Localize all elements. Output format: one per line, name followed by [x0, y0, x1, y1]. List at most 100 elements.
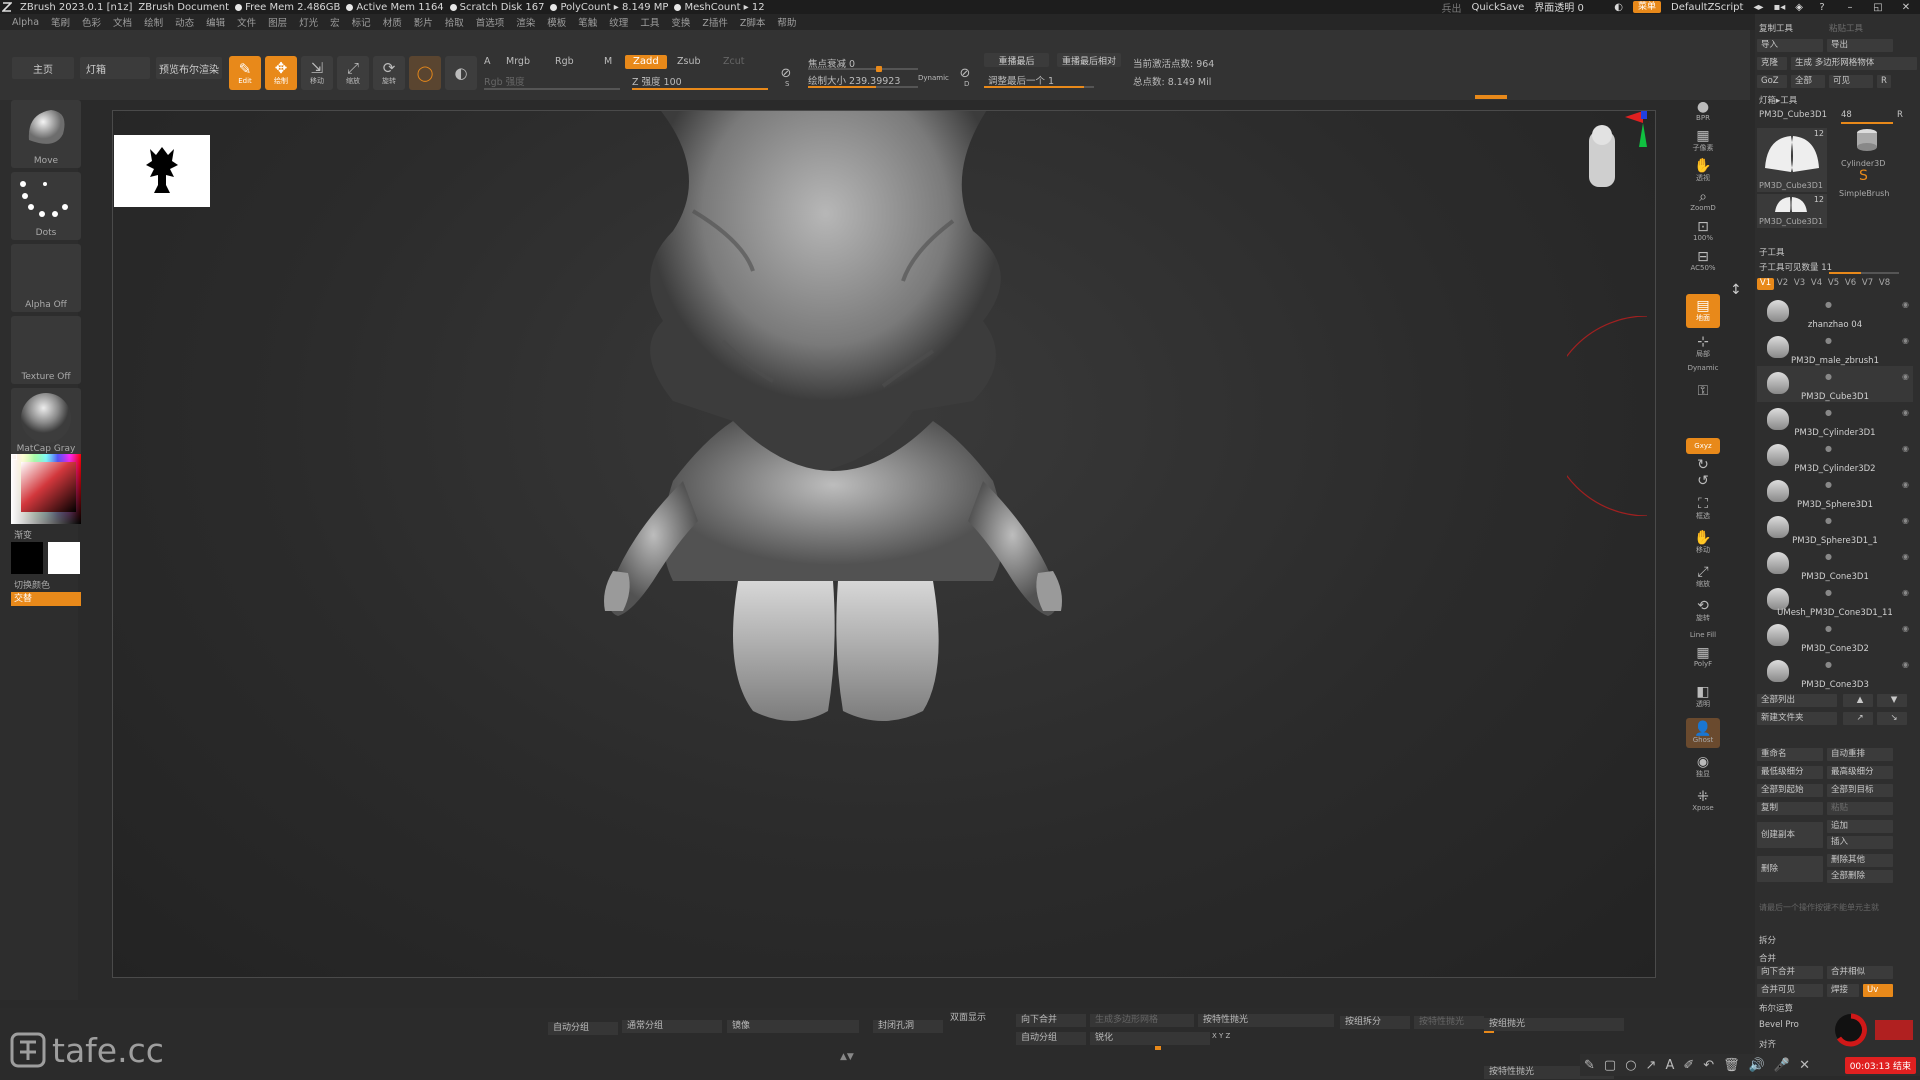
subtool-item[interactable]: ● ◉ PM3D_Cone3D3 [1757, 654, 1913, 690]
group-split-button[interactable]: 通常分组 [622, 1020, 722, 1033]
rename-button[interactable]: 重命名 [1757, 748, 1823, 761]
toggle-icon[interactable]: ● [1825, 516, 1832, 525]
menu-item[interactable]: 色彩 [82, 15, 101, 29]
replay-last-button[interactable]: 重播最后 [984, 53, 1049, 67]
clone-button[interactable]: 克隆 [1757, 57, 1787, 70]
double-sided-button[interactable]: 双面显示 [945, 1012, 1011, 1025]
delete-other-button[interactable]: 删除其他 [1827, 854, 1893, 867]
rect-icon[interactable]: ▢ [1604, 1058, 1616, 1073]
copy-tool-button[interactable]: 复制工具 [1759, 22, 1793, 34]
gradient-label[interactable]: 渐变 [14, 528, 32, 541]
texture-selector[interactable]: Texture Off [11, 316, 81, 384]
color-picker[interactable] [11, 454, 81, 524]
move-down-icon[interactable]: ▼ [1877, 694, 1907, 707]
stroke-selector[interactable]: Dots [11, 172, 81, 240]
iconcol-100[interactable]: ⊡ 100% [1686, 216, 1720, 246]
gen-polymesh-button[interactable]: 生成多边形网格 [1090, 1014, 1194, 1027]
all-low-button[interactable]: 全部到起始 [1757, 784, 1823, 797]
tool-thumb-3[interactable]: S SimpleBrush [1831, 168, 1901, 198]
replay-last-rel-button[interactable]: 重播最后相对 [1057, 53, 1121, 67]
version-tab[interactable]: V2 [1774, 278, 1791, 290]
z-intensity-track[interactable] [632, 88, 768, 90]
version-tab[interactable]: V4 [1808, 278, 1825, 290]
iconcol-zoom3d[interactable]: ⤢ 缩放 [1686, 562, 1720, 592]
merge-down-button[interactable]: 向下合并 [1757, 966, 1823, 979]
rotate-mode-button[interactable]: ⟳ 旋转 [373, 56, 405, 90]
toggle-icon[interactable]: ● [1825, 552, 1832, 561]
align-section[interactable]: 对齐 [1759, 1038, 1776, 1050]
append-button[interactable]: 追加 [1827, 820, 1893, 833]
subtool-controls[interactable]: ● ◉ [1825, 336, 1909, 345]
subtool-controls[interactable]: ● ◉ [1825, 408, 1909, 417]
menu-item[interactable]: Z插件 [702, 15, 728, 29]
eye-icon[interactable]: ◉ [1902, 444, 1909, 453]
subtool-item[interactable]: ● ◉ PM3D_Cylinder3D2 [1757, 438, 1913, 474]
auto-group-button[interactable]: 自动分组 [548, 1022, 618, 1035]
m-toggle[interactable]: M [604, 56, 612, 67]
eye-icon[interactable]: ◉ [1902, 588, 1909, 597]
eye-icon[interactable]: ◉ [1902, 372, 1909, 381]
material-sphere-button[interactable]: ◯ [409, 56, 441, 90]
color-square[interactable] [21, 462, 76, 512]
menu-item[interactable]: 宏 [330, 15, 340, 29]
menu-item[interactable]: 变换 [671, 15, 690, 29]
zbrush-logo-icon[interactable] [0, 0, 14, 14]
iconcol-solo[interactable]: ◉ 独显 [1686, 752, 1720, 782]
rgb-intensity-track[interactable] [484, 88, 620, 90]
toggle-icon[interactable]: ● [1825, 336, 1832, 345]
subtool-item[interactable]: ● ◉ PM3D_Cone3D1 [1757, 546, 1913, 582]
toggle-icon[interactable]: ● [1825, 480, 1832, 489]
export-button[interactable]: 导出 [1827, 39, 1893, 52]
eye-icon[interactable]: ◉ [1902, 552, 1909, 561]
visible-button[interactable]: 可见 [1829, 75, 1873, 88]
eye-icon[interactable]: ◉ [1902, 408, 1909, 417]
subtool-controls[interactable]: ● ◉ [1825, 372, 1909, 381]
toggle-icon[interactable]: ● [1825, 624, 1832, 633]
mic-icon[interactable]: 🎤 [1774, 1058, 1790, 1073]
goz-button[interactable]: GoZ [1757, 75, 1787, 88]
arrow-up-right-icon[interactable]: ↗ [1843, 712, 1873, 725]
tool-r-button[interactable]: R [1897, 110, 1903, 120]
arrow-icon[interactable]: ↗ [1646, 1058, 1657, 1073]
iconcol-ac50[interactable]: ⊟ AC50% [1686, 246, 1720, 276]
sharpen-knob[interactable] [1155, 1046, 1161, 1050]
ai-label[interactable]: 兵出 [1441, 0, 1461, 15]
zcut-button[interactable]: Zcut [723, 56, 744, 67]
iconcol-move[interactable]: ✋ 移动 [1686, 528, 1720, 558]
r-button[interactable]: R [1877, 75, 1891, 88]
default-zscript[interactable]: DefaultZScript [1671, 2, 1743, 13]
adjust-last-slider[interactable]: 调整最后一个 1 [988, 73, 1054, 87]
weld-button[interactable]: 焊接 [1827, 984, 1859, 997]
draw-size-slider[interactable]: 绘制大小 239.39923 [808, 73, 900, 87]
gradient-sphere-button[interactable]: ◐ [445, 56, 477, 90]
toggle-icon[interactable]: ● [1825, 408, 1832, 417]
iconcol-persp[interactable]: ✋ 透视 [1686, 156, 1720, 186]
iconcol-floor[interactable]: ▤ 地面 [1686, 294, 1720, 328]
subtool-item[interactable]: ● ◉ UMesh_PM3D_Cone3D1_11 [1757, 582, 1913, 618]
menu-item[interactable]: Z脚本 [740, 15, 766, 29]
paste-tool-button[interactable]: 粘贴工具 [1829, 22, 1863, 34]
layout2-icon[interactable]: ▪◂ [1774, 2, 1786, 13]
merge-visible-button[interactable]: 合并可见 [1757, 984, 1823, 997]
auto-reorder-button[interactable]: 自动重排 [1827, 748, 1893, 761]
subtool-controls[interactable]: ● ◉ [1825, 660, 1909, 669]
iconcol-subpixel[interactable]: ▦ 子像素 [1686, 126, 1720, 156]
mirror-paste-button[interactable]: 粘贴 [1827, 802, 1893, 815]
subtool-title[interactable]: 子工具 [1759, 246, 1785, 258]
tool-count-slider[interactable] [1841, 122, 1893, 124]
close-icon[interactable]: ✕ [1897, 2, 1915, 13]
maximize-icon[interactable]: ◱ [1869, 2, 1887, 13]
navigation-gizmo[interactable] [1585, 110, 1655, 197]
primary-color-swatch[interactable] [48, 542, 80, 574]
zadd-button[interactable]: Zadd [625, 55, 667, 69]
eye-icon[interactable]: ◉ [1902, 480, 1909, 489]
menu-item[interactable]: 材质 [383, 15, 402, 29]
merge-section[interactable]: 合并 [1759, 952, 1776, 964]
highest-subdiv-button[interactable]: 最高级细分 [1827, 766, 1893, 779]
cancel-icon[interactable]: ✕ [1799, 1058, 1810, 1073]
group-split2-button[interactable]: 按组拆分 [1340, 1016, 1410, 1029]
all-button[interactable]: 全部 [1791, 75, 1825, 88]
bpr-preview-button[interactable]: 预览布尔渲染 [156, 57, 222, 79]
iconcol-xpose[interactable]: ⁜ Xpose [1686, 786, 1720, 816]
subtool-item[interactable]: ● ◉ PM3D_Cone3D2 [1757, 618, 1913, 654]
